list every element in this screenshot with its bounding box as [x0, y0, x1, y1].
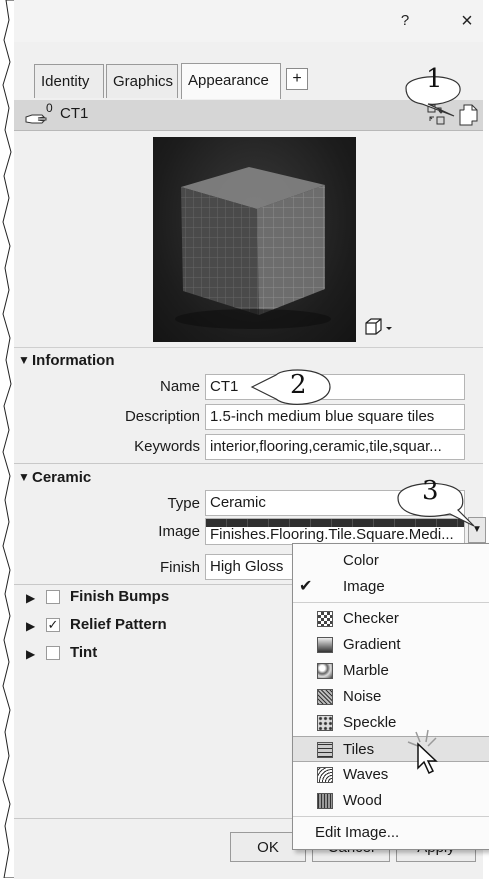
collapse-triangle-icon[interactable]: ▼ [18, 470, 30, 484]
image-label: Image [158, 523, 200, 540]
expand-triangle-icon[interactable]: ▶ [26, 647, 35, 661]
add-tab-button[interactable]: + [286, 68, 308, 90]
description-label: Description [124, 408, 200, 425]
ceramic-section-header[interactable]: Ceramic [32, 469, 91, 486]
gradient-icon [317, 637, 333, 653]
menu-item-checker[interactable]: Checker [293, 606, 489, 632]
menu-item-speckle[interactable]: Speckle [293, 710, 489, 736]
tab-identity[interactable]: Identity [34, 64, 104, 98]
menu-divider [293, 816, 489, 817]
checker-icon [317, 611, 333, 627]
menu-item-noise[interactable]: Noise [293, 684, 489, 710]
asset-name: CT1 [60, 105, 89, 122]
finish-bumps-section-header[interactable]: Finish Bumps [70, 588, 169, 605]
finish-label: Finish [159, 559, 200, 576]
image-type-menu: Color ✔ Image Checker Gradient Marble No… [292, 543, 489, 850]
menu-item-edit-image[interactable]: Edit Image... [293, 820, 489, 846]
finish-bumps-checkbox[interactable] [46, 590, 60, 604]
tab-graphics[interactable]: Graphics [106, 64, 178, 98]
menu-item-marble[interactable]: Marble [293, 658, 489, 684]
tab-appearance[interactable]: Appearance [181, 63, 281, 99]
preview-shape-dropdown-icon[interactable] [362, 316, 396, 336]
relief-pattern-checkbox[interactable]: ✓ [46, 618, 60, 632]
tiled-cube-render [175, 167, 331, 329]
speckle-icon [317, 715, 333, 731]
mouse-cursor-icon [407, 729, 438, 775]
expand-triangle-icon[interactable]: ▶ [26, 619, 35, 633]
wood-icon [317, 793, 333, 809]
noise-icon [317, 689, 333, 705]
check-icon: ✔ [299, 578, 313, 595]
material-preview-image [153, 137, 356, 342]
menu-item-gradient[interactable]: Gradient [293, 632, 489, 658]
close-button[interactable]: × [452, 8, 482, 34]
finish-dropdown[interactable]: High Gloss [205, 554, 295, 580]
menu-item-wood[interactable]: Wood [293, 788, 489, 814]
asset-count: 0 [46, 101, 53, 115]
relief-pattern-section-header[interactable]: Relief Pattern [70, 616, 167, 633]
tint-section-header[interactable]: Tint [70, 644, 97, 661]
menu-divider [293, 602, 489, 603]
type-label: Type [167, 495, 200, 512]
tint-checkbox[interactable] [46, 646, 60, 660]
menu-item-waves[interactable]: Waves [293, 762, 489, 788]
menu-item-color[interactable]: Color [293, 548, 489, 574]
keywords-field[interactable]: interior,flooring,ceramic,tile,squar... [205, 434, 465, 460]
callout-2-number: 2 [290, 370, 307, 400]
callout-3-number: 3 [422, 476, 439, 506]
menu-item-image[interactable]: ✔ Image [293, 574, 489, 600]
tiles-icon [317, 742, 333, 758]
collapse-triangle-icon[interactable]: ▼ [18, 353, 30, 367]
callout-1-number: 1 [426, 64, 443, 94]
menu-item-tiles[interactable]: Tiles [293, 736, 489, 762]
help-button[interactable]: ? [390, 8, 420, 34]
name-label: Name [159, 378, 200, 395]
information-section-header[interactable]: Information [32, 352, 115, 369]
marble-icon [317, 663, 333, 679]
waves-icon [317, 767, 333, 783]
expand-triangle-icon[interactable]: ▶ [26, 591, 35, 605]
keywords-label: Keywords [134, 438, 200, 455]
divider [14, 463, 483, 464]
